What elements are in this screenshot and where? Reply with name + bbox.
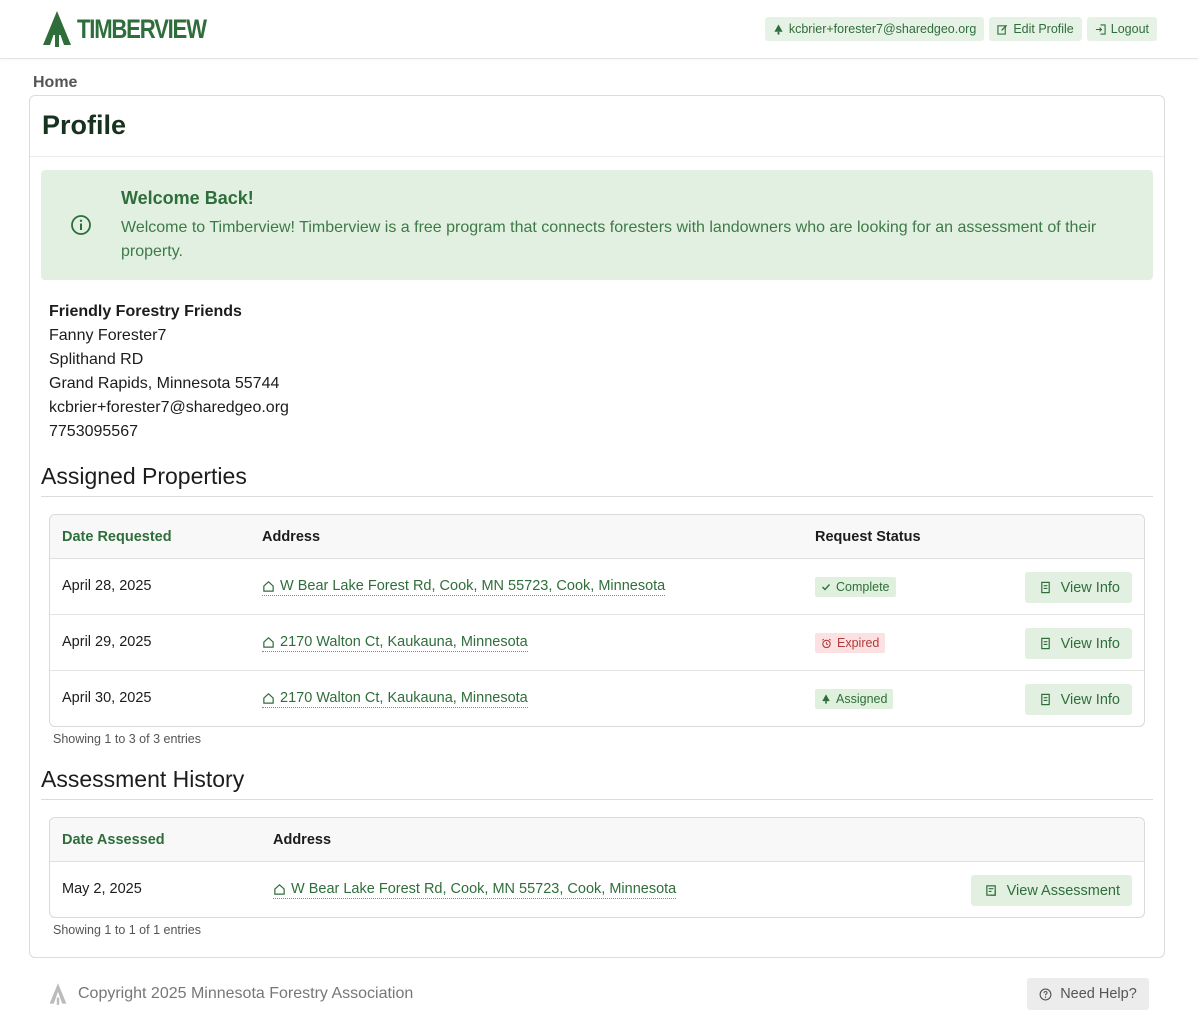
document-icon (1040, 637, 1050, 650)
edit-icon (997, 24, 1008, 35)
need-help-button[interactable]: Need Help? (1027, 978, 1149, 1010)
status-badge-expired: Expired (815, 633, 886, 653)
view-info-button[interactable]: View Info (1024, 628, 1132, 659)
address-cell: W Bear Lake Forest Rd, Cook, MN 55723, C… (273, 881, 677, 899)
logout-button[interactable]: Logout (1086, 17, 1157, 41)
edit-profile-button[interactable]: Edit Profile (989, 17, 1082, 41)
address-text: 2170 Walton Ct, Kaukauna, Minnesota (280, 690, 528, 706)
assigned-entries-count: Showing 1 to 3 of 3 entries (53, 732, 202, 746)
column-address[interactable]: Address (262, 529, 320, 545)
document-icon (1040, 693, 1050, 706)
logout-label: Logout (1110, 22, 1149, 36)
assigned-properties-heading: Assigned Properties (41, 463, 1153, 497)
date-cell: April 29, 2025 (62, 634, 152, 650)
contact-email: kcbrier+forester7@sharedgeo.org (49, 399, 289, 416)
status-label: Assigned (836, 692, 888, 706)
tree-logo-icon (49, 983, 67, 1005)
date-cell: April 28, 2025 (62, 578, 152, 594)
table-row: April 28, 2025 W Bear Lake Forest Rd, Co… (50, 559, 1144, 615)
home-icon (263, 636, 274, 648)
page-title: Profile (42, 110, 127, 140)
alert-body: Welcome to Timberview! Timberview is a f… (121, 219, 1097, 260)
user-email-label: kcbrier+forester7@sharedgeo.org (788, 22, 977, 36)
table-row: April 30, 2025 2170 Walton Ct, Kaukauna,… (50, 671, 1144, 726)
address-text: 2170 Walton Ct, Kaukauna, Minnesota (280, 634, 528, 650)
contact-name: Fanny Forester7 (49, 327, 167, 344)
view-info-button[interactable]: View Info (1024, 572, 1132, 603)
profile-card: Profile Welcome Back! Welcome to Timberv… (29, 95, 1165, 958)
tree-logo-icon (43, 11, 71, 47)
tree-icon (774, 23, 783, 35)
status-badge-complete: Complete (815, 577, 896, 597)
table-row: May 2, 2025 W Bear Lake Forest Rd, Cook,… (50, 862, 1144, 917)
address-cell: W Bear Lake Forest Rd, Cook, MN 55723, C… (262, 578, 666, 596)
contact-phone: 7753095567 (49, 423, 138, 440)
status-label: Expired (837, 636, 880, 650)
address-cell: 2170 Walton Ct, Kaukauna, Minnesota (262, 634, 528, 652)
column-date-requested[interactable]: Date Requested (62, 529, 172, 545)
address-link[interactable]: W Bear Lake Forest Rd, Cook, MN 55723, C… (262, 578, 666, 596)
question-circle-icon (1039, 988, 1052, 1000)
status-badge-assigned: Assigned (815, 689, 894, 709)
column-date-assessed[interactable]: Date Assessed (62, 832, 165, 848)
header-actions: kcbrier+forester7@sharedgeo.org Edit Pro… (764, 17, 1157, 41)
user-email-button[interactable]: kcbrier+forester7@sharedgeo.org (764, 17, 985, 41)
home-icon (274, 883, 285, 895)
check-icon (822, 584, 831, 591)
logo-text: TIMBERVIEW (77, 13, 207, 44)
tree-icon (822, 694, 830, 704)
date-cell: April 30, 2025 (62, 690, 152, 706)
view-info-label: View Info (1060, 635, 1120, 652)
view-assessment-button[interactable]: View Assessment (970, 875, 1132, 906)
breadcrumb-home[interactable]: Home (33, 74, 77, 92)
home-icon (263, 580, 274, 592)
assessment-history-heading: Assessment History (41, 766, 1153, 800)
assigned-properties-table: Date Requested Address Request Status Ap… (49, 514, 1145, 727)
history-entries-count: Showing 1 to 1 of 1 entries (53, 923, 202, 937)
contact-street: Splithand RD (49, 351, 144, 368)
alarm-clock-icon (822, 638, 831, 648)
address-cell: 2170 Walton Ct, Kaukauna, Minnesota (262, 690, 528, 708)
column-request-status[interactable]: Request Status (815, 529, 921, 545)
address-text: W Bear Lake Forest Rd, Cook, MN 55723, C… (280, 578, 666, 594)
view-info-label: View Info (1060, 691, 1120, 708)
status-label: Complete (836, 580, 890, 594)
address-link[interactable]: 2170 Walton Ct, Kaukauna, Minnesota (262, 690, 528, 708)
timberview-logo[interactable]: TIMBERVIEW (40, 9, 234, 49)
table-row: April 29, 2025 2170 Walton Ct, Kaukauna,… (50, 615, 1144, 671)
view-info-label: View Info (1060, 579, 1120, 596)
top-navbar: TIMBERVIEW kcbrier+forester7@sharedgeo.o… (0, 0, 1198, 59)
home-icon (263, 692, 274, 704)
address-text: W Bear Lake Forest Rd, Cook, MN 55723, C… (291, 881, 677, 897)
contact-organization: Friendly Forestry Friends (49, 303, 242, 320)
table-header: Date Requested Address Request Status (50, 515, 1144, 559)
date-cell: May 2, 2025 (62, 881, 142, 897)
need-help-label: Need Help? (1060, 986, 1137, 1002)
table-header: Date Assessed Address (50, 818, 1144, 862)
view-assessment-label: View Assessment (1006, 882, 1120, 899)
view-info-button[interactable]: View Info (1024, 684, 1132, 715)
welcome-alert: Welcome Back! Welcome to Timberview! Tim… (41, 170, 1153, 280)
contact-info: Friendly Forestry Friends Fanny Forester… (49, 300, 289, 444)
alert-title: Welcome Back! (121, 188, 254, 208)
address-link[interactable]: 2170 Walton Ct, Kaukauna, Minnesota (262, 634, 528, 652)
column-address[interactable]: Address (273, 832, 331, 848)
report-icon (985, 885, 996, 896)
assessment-history-table: Date Assessed Address May 2, 2025 W Bear… (49, 817, 1145, 918)
footer-copyright: Copyright 2025 Minnesota Forestry Associ… (78, 985, 414, 1002)
logout-icon (1095, 23, 1106, 35)
contact-city-state-zip: Grand Rapids, Minnesota 55744 (49, 375, 280, 392)
info-icon (71, 215, 91, 235)
edit-profile-label: Edit Profile (1013, 22, 1074, 36)
document-icon (1040, 581, 1050, 594)
address-link[interactable]: W Bear Lake Forest Rd, Cook, MN 55723, C… (273, 881, 677, 899)
card-header: Profile (30, 96, 1164, 157)
